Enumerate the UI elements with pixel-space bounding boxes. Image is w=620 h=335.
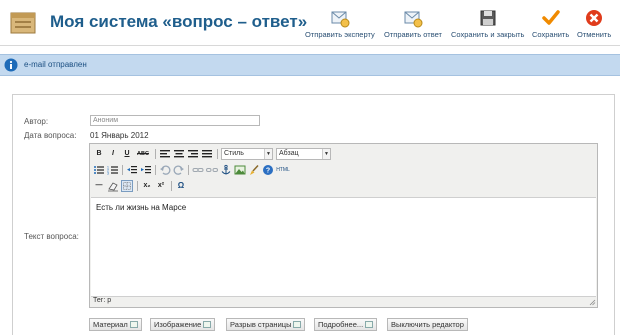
toggle-editor-button[interactable]: Выключить редактор (387, 318, 468, 331)
unlink-icon[interactable] (206, 164, 218, 176)
author-label: Автор: (24, 117, 49, 126)
underline-button[interactable]: U (121, 148, 133, 160)
checkmark-icon (541, 10, 560, 25)
link-icon[interactable] (192, 164, 204, 176)
page-title: Моя система «вопрос – ответ» (50, 12, 308, 31)
cancel-icon (586, 10, 603, 26)
send-answer-button[interactable]: Отправить ответ (384, 8, 442, 39)
toolbar-separator (137, 181, 138, 191)
toolbar-separator (122, 165, 123, 175)
resize-handle-icon[interactable] (589, 299, 596, 306)
align-center-icon[interactable] (173, 148, 185, 160)
article-button[interactable]: Материал (89, 318, 142, 331)
editor-toolbar-row-1: B I U ABC Стиль ▼ Абзац ▼ (93, 148, 593, 162)
undo-icon[interactable] (159, 164, 171, 176)
italic-button[interactable]: I (107, 148, 119, 160)
align-right-icon[interactable] (187, 148, 199, 160)
send-answer-label: Отправить ответ (384, 30, 442, 39)
chevron-down-icon: ▼ (322, 149, 330, 159)
save-button[interactable]: Сохранить (532, 8, 569, 39)
system-message-text: e-mail отправлен (24, 60, 87, 69)
question-text-content: Есть ли жизнь на Марсе (96, 203, 187, 212)
save-close-icon (480, 10, 496, 26)
send-to-expert-icon (331, 11, 350, 28)
align-left-icon[interactable] (159, 148, 171, 160)
date-value: 01 Январь 2012 (90, 131, 149, 140)
send-to-expert-label: Отправить эксперту (305, 30, 375, 39)
save-label: Сохранить (532, 30, 570, 39)
anchor-icon[interactable] (220, 164, 232, 176)
page-break-button[interactable]: Разрыв страницы (226, 318, 306, 331)
html-source-button[interactable]: HTML (275, 164, 291, 176)
date-label: Дата вопроса: (24, 131, 77, 140)
help-icon[interactable]: ? (262, 164, 274, 176)
cancel-button[interactable]: Отменить (577, 8, 611, 39)
read-more-button-label: Подробнее... (318, 320, 364, 329)
visual-aid-icon[interactable] (121, 180, 133, 192)
align-justify-icon[interactable] (201, 148, 213, 160)
svg-text:3: 3 (107, 172, 109, 176)
subscript-button[interactable]: x₂ (141, 180, 153, 192)
cancel-label: Отменить (577, 30, 612, 39)
toolbar-separator (155, 149, 156, 159)
read-more-button[interactable]: Подробнее... (314, 318, 378, 331)
strikethrough-button[interactable]: ABC (135, 148, 151, 160)
toolbar-separator (171, 181, 172, 191)
read-more-icon (365, 321, 374, 328)
indent-icon[interactable] (140, 164, 152, 176)
page-break-icon (293, 321, 302, 328)
article-icon (129, 321, 138, 328)
toolbar-separator (188, 165, 189, 175)
numbered-list-icon[interactable]: 123 (107, 164, 119, 176)
package-box-icon (10, 12, 36, 34)
article-button-label: Материал (93, 320, 128, 329)
save-close-label: Сохранить и закрыть (451, 30, 525, 39)
format-select[interactable]: Абзац ▼ (276, 148, 331, 160)
toolbar-header: Моя система «вопрос – ответ» Отправить э… (0, 0, 620, 46)
redo-icon[interactable] (173, 164, 185, 176)
bullet-list-icon[interactable] (93, 164, 105, 176)
special-character-button[interactable]: Ω (175, 180, 187, 192)
horizontal-rule-button[interactable]: — (93, 180, 105, 192)
editor-toolbar-row-2: 123 ? HTML (93, 164, 593, 178)
editor-toolbar-row-3: — x₂ x² Ω (93, 180, 593, 194)
image-insert-icon (203, 321, 212, 328)
image-icon[interactable] (234, 164, 246, 176)
toggle-editor-button-label: Выключить редактор (391, 320, 464, 329)
page-break-button-label: Разрыв страницы (230, 320, 292, 329)
rich-text-editor: B I U ABC Стиль ▼ Абзац ▼ 123 ? HTML — x… (89, 143, 598, 308)
author-input[interactable] (90, 115, 260, 126)
chevron-down-icon: ▼ (264, 149, 272, 159)
superscript-button[interactable]: x² (155, 180, 167, 192)
cleanup-brush-icon[interactable] (248, 164, 260, 176)
image-button-label: Изображение (154, 320, 202, 329)
system-message-bar: e-mail отправлен (0, 54, 620, 76)
outdent-icon[interactable] (126, 164, 138, 176)
editor-content-area[interactable]: Есть ли жизнь на Марсе (91, 197, 596, 297)
style-select-value: Стиль (224, 150, 244, 157)
editor-path-bar: Тег: p (93, 297, 112, 304)
image-button[interactable]: Изображение (150, 318, 216, 331)
send-to-expert-button[interactable]: Отправить эксперту (305, 8, 375, 39)
info-icon (4, 58, 18, 72)
toolbar-separator (155, 165, 156, 175)
eraser-icon[interactable] (107, 180, 119, 192)
bold-button[interactable]: B (93, 148, 105, 160)
style-select[interactable]: Стиль ▼ (221, 148, 273, 160)
send-answer-icon (404, 11, 423, 28)
format-select-value: Абзац (279, 150, 299, 157)
toolbar-separator (217, 149, 218, 159)
svg-text:?: ? (266, 167, 270, 174)
save-close-button[interactable]: Сохранить и закрыть (451, 8, 524, 39)
question-text-label: Текст вопроса: (24, 232, 79, 241)
